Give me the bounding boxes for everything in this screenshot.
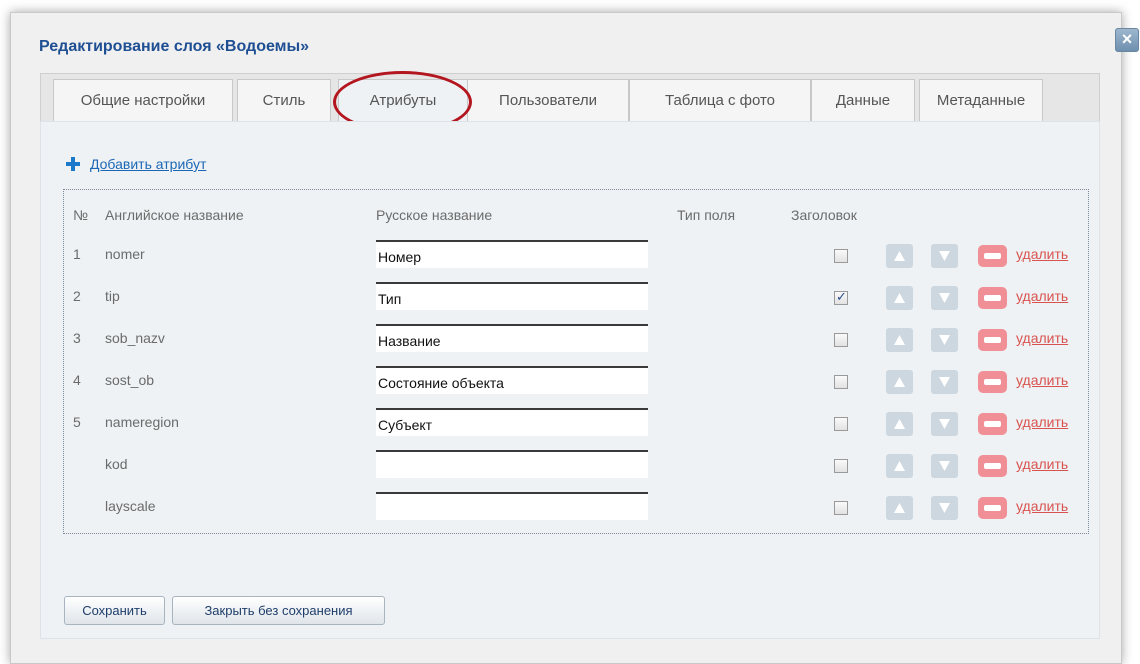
table-row: 3 sob_nazv удалить <box>0 324 1140 359</box>
caption-checkbox[interactable] <box>834 249 848 263</box>
plus-icon <box>66 157 80 171</box>
caption-checkbox[interactable] <box>834 459 848 473</box>
row-number: 4 <box>73 372 81 388</box>
move-up-button[interactable] <box>886 286 913 310</box>
move-up-button[interactable] <box>886 328 913 352</box>
arrow-down-icon <box>939 293 950 303</box>
move-up-button[interactable] <box>886 412 913 436</box>
caption-checkbox[interactable] <box>834 501 848 515</box>
move-up-button[interactable] <box>886 454 913 478</box>
delete-link[interactable]: удалить <box>1016 498 1068 514</box>
russian-name-input[interactable] <box>376 492 648 520</box>
tab-style[interactable]: Стиль <box>237 79 331 123</box>
caption-checkbox[interactable] <box>834 375 848 389</box>
save-button[interactable]: Сохранить <box>64 596 165 625</box>
move-down-button[interactable] <box>931 412 958 436</box>
move-down-button[interactable] <box>931 286 958 310</box>
row-number: 3 <box>73 330 81 346</box>
delete-icon[interactable] <box>978 371 1007 393</box>
delete-link[interactable]: удалить <box>1016 288 1068 304</box>
tab-metadata[interactable]: Метаданные <box>919 79 1043 123</box>
table-row: 2 tip удалить <box>0 282 1140 317</box>
move-down-button[interactable] <box>931 370 958 394</box>
row-english-name: layscale <box>105 498 156 514</box>
arrow-down-icon <box>939 461 950 471</box>
row-number: 5 <box>73 414 81 430</box>
caption-checkbox[interactable] <box>834 333 848 347</box>
header-russian-name: Русское название <box>376 207 493 223</box>
close-icon[interactable]: × <box>1115 28 1139 52</box>
delete-icon[interactable] <box>978 329 1007 351</box>
arrow-down-icon <box>939 419 950 429</box>
delete-link[interactable]: удалить <box>1016 456 1068 472</box>
table-row: kod удалить <box>0 450 1140 485</box>
arrow-up-icon <box>894 377 905 387</box>
add-attribute-link[interactable]: Добавить атрибут <box>66 156 206 172</box>
header-field-type: Тип поля <box>677 207 736 223</box>
delete-icon[interactable] <box>978 413 1007 435</box>
russian-name-input[interactable] <box>376 408 648 436</box>
tab-bar: Общие настройки Стиль Атрибуты Пользоват… <box>40 73 1100 123</box>
move-up-button[interactable] <box>886 370 913 394</box>
russian-name-input[interactable] <box>376 324 648 352</box>
move-down-button[interactable] <box>931 328 958 352</box>
russian-name-input[interactable] <box>376 240 648 268</box>
row-english-name: nomer <box>105 246 145 262</box>
arrow-up-icon <box>894 335 905 345</box>
row-english-name: sost_ob <box>105 372 155 388</box>
header-caption: Заголовок <box>791 207 857 223</box>
tab-photo-table[interactable]: Таблица с фото <box>629 79 811 123</box>
delete-icon[interactable] <box>978 455 1007 477</box>
move-up-button[interactable] <box>886 244 913 268</box>
russian-name-input[interactable] <box>376 366 648 394</box>
move-down-button[interactable] <box>931 454 958 478</box>
row-number: 2 <box>73 288 81 304</box>
arrow-down-icon <box>939 377 950 387</box>
russian-name-input[interactable] <box>376 450 648 478</box>
delete-icon[interactable] <box>978 497 1007 519</box>
arrow-up-icon <box>894 419 905 429</box>
arrow-down-icon <box>939 503 950 513</box>
delete-icon[interactable] <box>978 287 1007 309</box>
tab-data[interactable]: Данные <box>811 79 915 123</box>
row-english-name: tip <box>105 288 120 304</box>
table-row: 4 sost_ob удалить <box>0 366 1140 401</box>
dialog-title: Редактирование слоя «Водоемы» <box>39 38 310 55</box>
delete-link[interactable]: удалить <box>1016 330 1068 346</box>
row-english-name: kod <box>105 456 128 472</box>
move-up-button[interactable] <box>886 496 913 520</box>
row-english-name: sob_nazv <box>105 330 165 346</box>
row-number: 1 <box>73 246 81 262</box>
header-english-name: Английское название <box>105 207 244 223</box>
delete-icon[interactable] <box>978 245 1007 267</box>
caption-checkbox[interactable] <box>834 417 848 431</box>
tab-attributes[interactable]: Атрибуты <box>338 79 468 123</box>
move-down-button[interactable] <box>931 244 958 268</box>
close-without-saving-button[interactable]: Закрыть без сохранения <box>172 596 385 625</box>
tab-users[interactable]: Пользователи <box>467 79 629 123</box>
arrow-up-icon <box>894 503 905 513</box>
arrow-up-icon <box>894 461 905 471</box>
row-english-name: nameregion <box>105 414 179 430</box>
tab-general-settings[interactable]: Общие настройки <box>53 79 233 123</box>
delete-link[interactable]: удалить <box>1016 372 1068 388</box>
arrow-up-icon <box>894 251 905 261</box>
table-row: layscale удалить <box>0 492 1140 527</box>
caption-checkbox[interactable] <box>834 289 848 305</box>
move-down-button[interactable] <box>931 496 958 520</box>
delete-link[interactable]: удалить <box>1016 414 1068 430</box>
arrow-down-icon <box>939 335 950 345</box>
table-row: 1 nomer удалить <box>0 240 1140 275</box>
header-number: № <box>73 207 89 223</box>
add-attribute-label: Добавить атрибут <box>90 156 207 172</box>
table-row: 5 nameregion удалить <box>0 408 1140 443</box>
arrow-up-icon <box>894 293 905 303</box>
russian-name-input[interactable] <box>376 282 648 310</box>
delete-link[interactable]: удалить <box>1016 246 1068 262</box>
arrow-down-icon <box>939 251 950 261</box>
